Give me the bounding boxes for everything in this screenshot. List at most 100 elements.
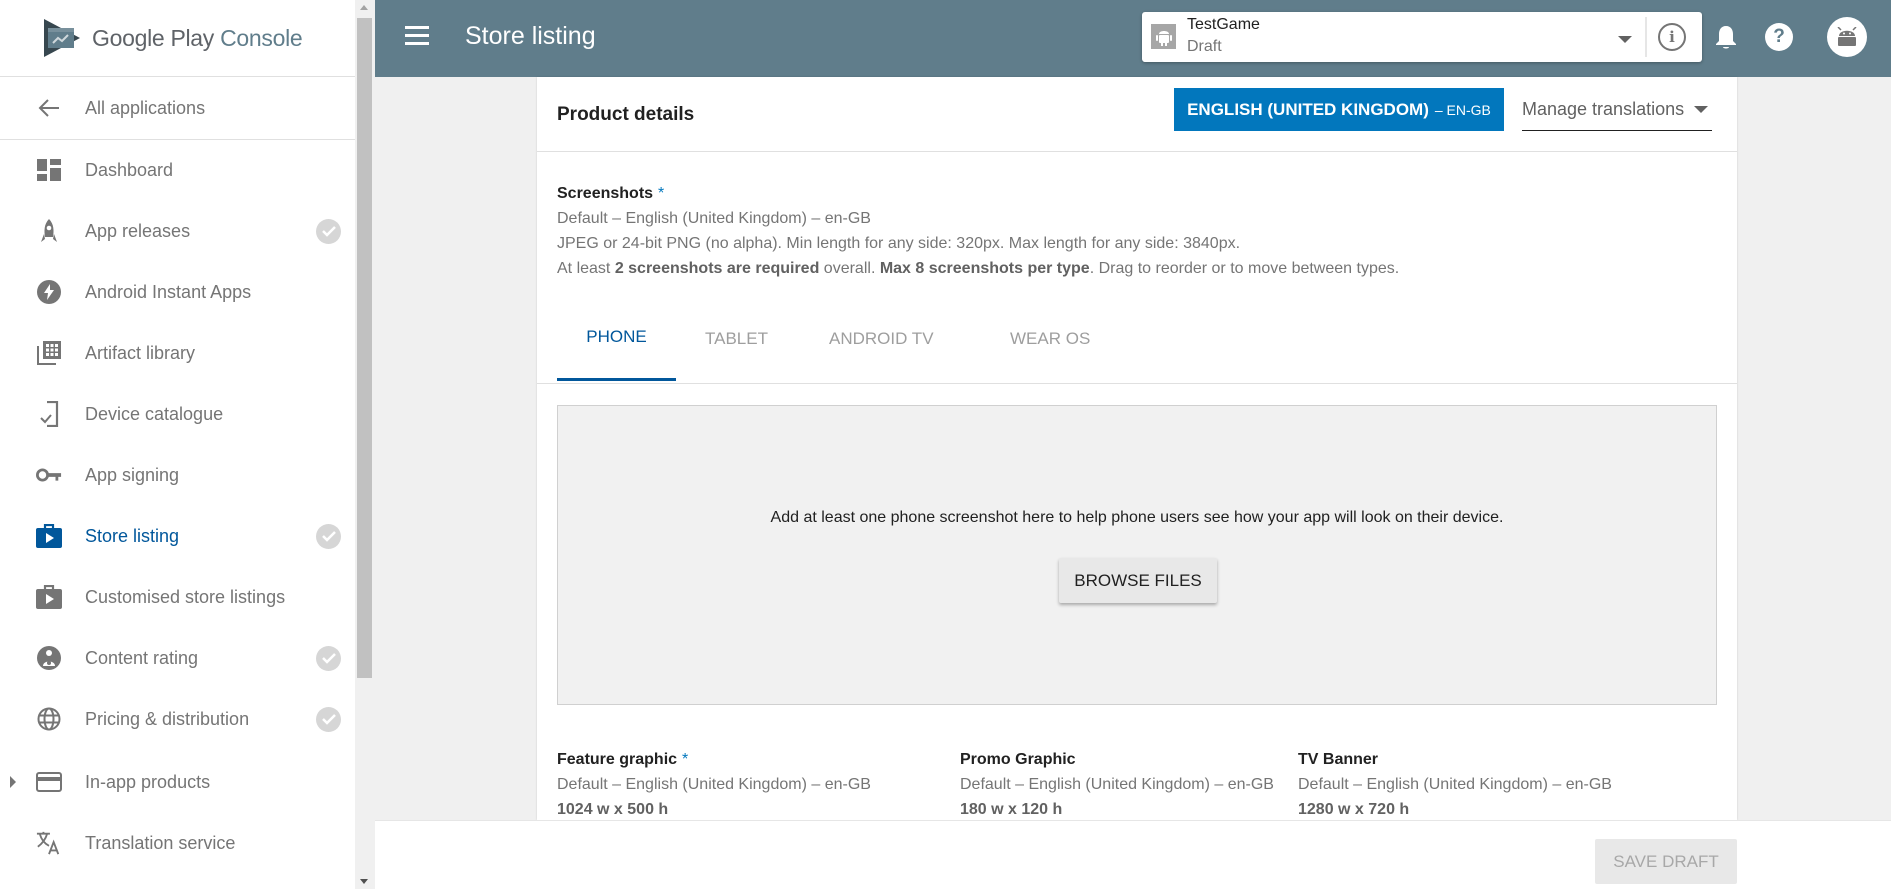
feature-graphic-dimensions: 1024 w x 500 h [557, 801, 669, 818]
required-asterisk: * [682, 751, 689, 768]
globe-icon [36, 707, 62, 731]
required-asterisk: * [658, 185, 665, 202]
tv-banner-dimensions: 1280 w x 720 h [1298, 801, 1410, 818]
dropdown-caret-icon [1694, 105, 1709, 113]
sidebar-item-translation-service[interactable]: Translation service [0, 817, 355, 869]
notifications-bell-icon[interactable] [1715, 24, 1737, 55]
card-title: Product details [557, 104, 695, 125]
sidebar-item-label: Android Instant Apps [85, 281, 252, 302]
sidebar-item-label: Pricing & distribution [85, 708, 250, 729]
play-console-logo[interactable]: Google Play Console [42, 16, 303, 60]
promo-graphic-dimensions: 180 w x 120 h [960, 801, 1063, 818]
play-console-app: Google Play Console All applications Das… [0, 0, 1891, 889]
completed-check-icon [316, 219, 341, 244]
feature-graphic-section: Feature graphic * Default – English (Unit… [557, 747, 871, 820]
app-status: Draft [1187, 38, 1222, 55]
sidebar-divider [0, 76, 355, 77]
info-icon[interactable]: i [1658, 23, 1686, 51]
rule-text: overall. [819, 260, 880, 277]
key-icon [36, 463, 62, 487]
completed-check-icon [316, 524, 341, 549]
sidebar-item-pricing-distribution[interactable]: Pricing & distribution [0, 693, 355, 745]
logo-text: Google Play Console [92, 24, 303, 52]
page-title: Store listing [465, 22, 596, 50]
tab-phone[interactable]: PHONE [557, 296, 676, 381]
language-button-label: ENGLISH (UNITED KINGDOM) [1187, 99, 1429, 119]
sidebar-item-dashboard[interactable]: Dashboard [0, 144, 355, 196]
product-details-card: Product details ENGLISH (UNITED KINGDOM)… [537, 77, 1737, 820]
library-icon [36, 341, 62, 365]
logo-text-console: Console [220, 24, 303, 51]
screenshots-locale: Default – English (United Kingdom) – en-… [557, 210, 871, 227]
completed-check-icon [316, 646, 341, 671]
sidebar-item-device-catalogue[interactable]: Device catalogue [0, 388, 355, 440]
app-selector-divider [1645, 17, 1647, 57]
screenshot-drop-zone[interactable]: Add at least one phone screenshot here t… [557, 405, 1717, 705]
device-check-icon [36, 401, 62, 427]
play-console-logo-icon [44, 19, 80, 57]
language-button[interactable]: ENGLISH (UNITED KINGDOM) – EN-GB [1174, 88, 1504, 131]
language-code: – EN-GB [1434, 101, 1491, 118]
expand-arrow-icon[interactable] [10, 776, 16, 788]
sidebar-item-label: Artifact library [85, 342, 196, 363]
arrow-back-icon [36, 96, 62, 120]
feature-graphic-title: Feature graphic [557, 751, 678, 768]
tab-tablet[interactable]: TABLET [705, 296, 768, 381]
sidebar-item-label: Device catalogue [85, 403, 224, 424]
screenshots-label: Screenshots * [557, 181, 1399, 206]
sidebar-item-label: Customised store listings [85, 586, 286, 607]
device-type-tabs: PHONE TABLET ANDROID TV WEAR OS [557, 296, 1717, 381]
tv-banner-label: TV Banner [1298, 751, 1379, 768]
sidebar-item-store-listing[interactable]: Store listing [0, 510, 355, 562]
screenshots-format-info: JPEG or 24-bit PNG (no alpha). Min lengt… [557, 235, 1241, 252]
promo-graphic-locale: Default – English (United Kingdom) – en-… [960, 776, 1274, 793]
sidebar-item-in-app-products[interactable]: In-app products [0, 756, 355, 808]
top-app-bar: Store listing TestGame Draft i ? [375, 0, 1891, 77]
tv-banner-section: TV Banner Default – English (United King… [1298, 747, 1612, 820]
browse-files-button[interactable]: BROWSE FILES [1059, 558, 1217, 603]
user-avatar[interactable] [1827, 17, 1867, 57]
scroll-up-arrow-icon[interactable] [360, 5, 368, 10]
tab-android-tv[interactable]: ANDROID TV [829, 296, 934, 381]
footer-bar: SAVE DRAFT [375, 820, 1891, 889]
sidebar-item-app-releases[interactable]: App releases [0, 205, 355, 257]
tv-banner-locale: Default – English (United Kingdom) – en-… [1298, 776, 1612, 793]
sidebar: Google Play Console All applications Das… [0, 0, 355, 889]
credit-card-icon [36, 770, 62, 794]
feature-graphic-locale: Default – English (United Kingdom) – en-… [557, 776, 871, 793]
app-selector-dropdown[interactable]: TestGame Draft i [1142, 12, 1702, 62]
rocket-icon [36, 219, 62, 243]
rule-text: At least [557, 260, 615, 277]
sidebar-item-customised-store-listings[interactable]: Customised store listings [0, 571, 355, 623]
android-app-icon [1151, 24, 1176, 49]
sidebar-item-label: In-app products [85, 771, 211, 792]
scrollbar-thumb[interactable] [357, 18, 372, 678]
dropdown-caret-icon [1618, 36, 1632, 43]
rule-bold-text: 2 screenshots are required [614, 260, 820, 277]
dashboard-icon [36, 158, 62, 182]
sidebar-item-artifact-library[interactable]: Artifact library [0, 327, 355, 379]
sidebar-item-label: App signing [85, 464, 180, 485]
sidebar-item-label: Translation service [85, 832, 236, 853]
manage-translations-label: Manage translations [1522, 98, 1685, 119]
sidebar-item-app-signing[interactable]: App signing [0, 449, 355, 501]
store-bag-icon [36, 585, 62, 609]
sidebar-scrollbar[interactable] [355, 0, 374, 889]
sidebar-item-android-instant-apps[interactable]: Android Instant Apps [0, 266, 355, 318]
save-draft-button[interactable]: SAVE DRAFT [1595, 839, 1737, 884]
tab-wear-os[interactable]: WEAR OS [1010, 296, 1090, 381]
completed-check-icon [316, 707, 341, 732]
screenshots-title: Screenshots [557, 185, 654, 202]
feature-graphic-label: Feature graphic * [557, 747, 871, 772]
sidebar-item-all-applications[interactable]: All applications [0, 82, 355, 134]
screenshots-section: Screenshots * Default – English (United K… [557, 181, 1399, 281]
scroll-down-arrow-icon[interactable] [360, 879, 368, 884]
hamburger-menu-icon[interactable] [405, 26, 429, 46]
content-rating-icon [36, 646, 62, 670]
promo-graphic-label: Promo Graphic [960, 751, 1076, 768]
help-icon[interactable]: ? [1765, 23, 1793, 51]
sidebar-item-content-rating[interactable]: Content rating [0, 632, 355, 684]
sidebar-divider [0, 139, 355, 140]
manage-translations-dropdown[interactable]: Manage translations [1522, 88, 1712, 131]
drop-zone-message: Add at least one phone screenshot here t… [770, 509, 1504, 526]
